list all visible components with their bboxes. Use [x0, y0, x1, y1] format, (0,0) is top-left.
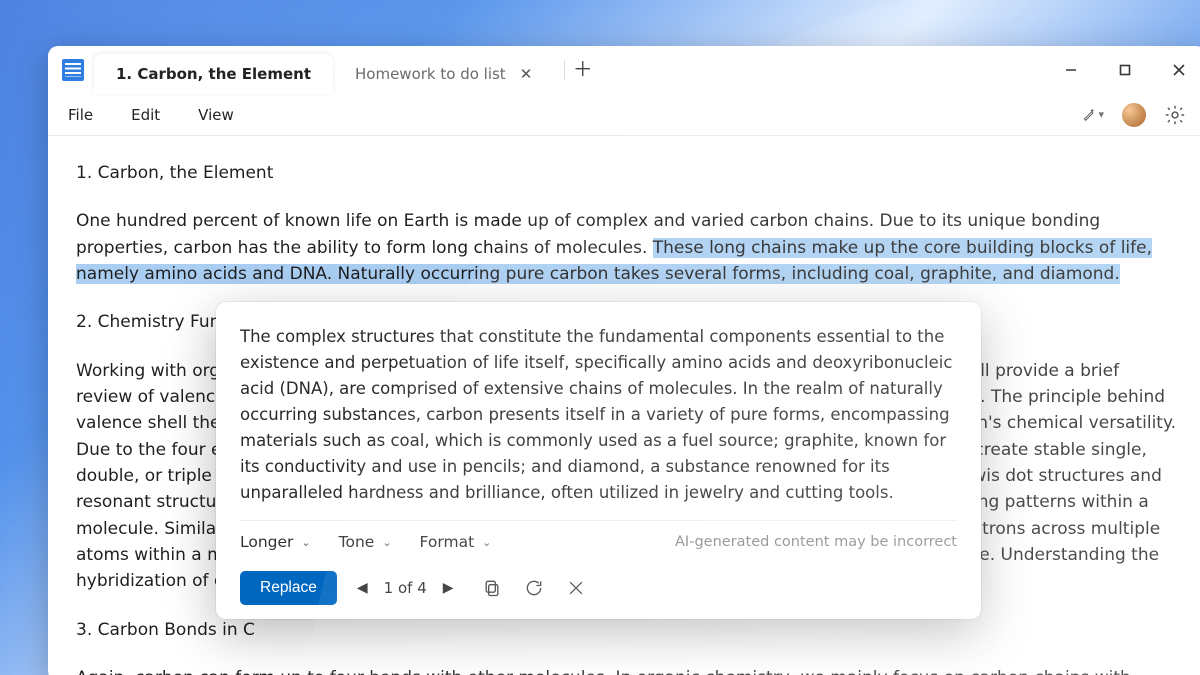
tab-homework-list[interactable]: Homework to do list ✕ [333, 54, 558, 94]
minimize-button[interactable] [1044, 46, 1098, 94]
window-controls [1044, 46, 1200, 94]
tab-strip: 1. Carbon, the Element Homework to do li… [94, 46, 1044, 94]
paragraph-text: One hundred percent of known life on Ear… [76, 211, 1100, 257]
close-tab-icon[interactable]: ✕ [516, 63, 537, 85]
option-tone[interactable]: Tone ⌄ [339, 533, 392, 551]
popup-action-icons [482, 578, 586, 598]
replace-button[interactable]: Replace [240, 571, 337, 605]
popup-action-row: Replace ◀ 1 of 4 ▶ [240, 565, 957, 605]
option-label: Longer [240, 533, 293, 551]
chevron-down-icon: ▾ [1098, 108, 1104, 121]
title-bar: 1. Carbon, the Element Homework to do li… [48, 46, 1200, 94]
option-label: Format [420, 533, 475, 551]
tab-label: Homework to do list [355, 65, 506, 83]
suggestion-counter: 1 of 4 [384, 579, 427, 597]
copy-icon[interactable] [482, 578, 502, 598]
menu-bar-right: ▾ [1082, 103, 1186, 127]
dismiss-icon[interactable] [566, 578, 586, 598]
ai-rewrite-icon[interactable]: ▾ [1082, 104, 1104, 126]
option-label: Tone [339, 533, 375, 551]
chevron-down-icon: ⌄ [382, 536, 391, 549]
doc-heading-3: 3. Carbon Bonds in C [76, 617, 1178, 643]
doc-heading-1: 1. Carbon, the Element [76, 160, 1178, 186]
menu-file[interactable]: File [68, 102, 109, 128]
menu-view[interactable]: View [198, 102, 250, 128]
regenerate-icon[interactable] [524, 578, 544, 598]
menu-bar: File Edit View ▾ [48, 94, 1200, 136]
ai-disclaimer: AI-generated content may be incorrect [675, 534, 957, 550]
tab-carbon-element[interactable]: 1. Carbon, the Element [94, 54, 333, 94]
chevron-down-icon: ⌄ [301, 536, 310, 549]
next-suggestion-icon[interactable]: ▶ [443, 580, 454, 596]
rewrite-options-row: Longer ⌄ Tone ⌄ Format ⌄ AI-generated co… [240, 520, 957, 551]
ai-rewrite-popup: The complex structures that constitute t… [216, 302, 981, 619]
option-longer[interactable]: Longer ⌄ [240, 533, 311, 551]
chevron-down-icon: ⌄ [482, 536, 491, 549]
notepad-app-icon [62, 59, 84, 81]
user-avatar[interactable] [1122, 103, 1146, 127]
suggestion-pager: ◀ 1 of 4 ▶ [357, 579, 454, 597]
doc-paragraph-1: One hundred percent of known life on Ear… [76, 208, 1178, 287]
popup-right-icons [935, 579, 957, 598]
doc-paragraph-3: Again, carbon can form up to four bonds … [76, 665, 1178, 675]
prev-suggestion-icon[interactable]: ◀ [357, 580, 368, 596]
option-format[interactable]: Format ⌄ [420, 533, 492, 551]
menu-edit[interactable]: Edit [131, 102, 176, 128]
close-window-button[interactable] [1152, 46, 1200, 94]
settings-icon[interactable] [1164, 104, 1186, 126]
tab-label: 1. Carbon, the Element [116, 65, 311, 83]
new-tab-button[interactable]: ＋ [564, 60, 600, 80]
maximize-button[interactable] [1098, 46, 1152, 94]
ai-suggestion-text: The complex structures that constitute t… [240, 324, 957, 506]
